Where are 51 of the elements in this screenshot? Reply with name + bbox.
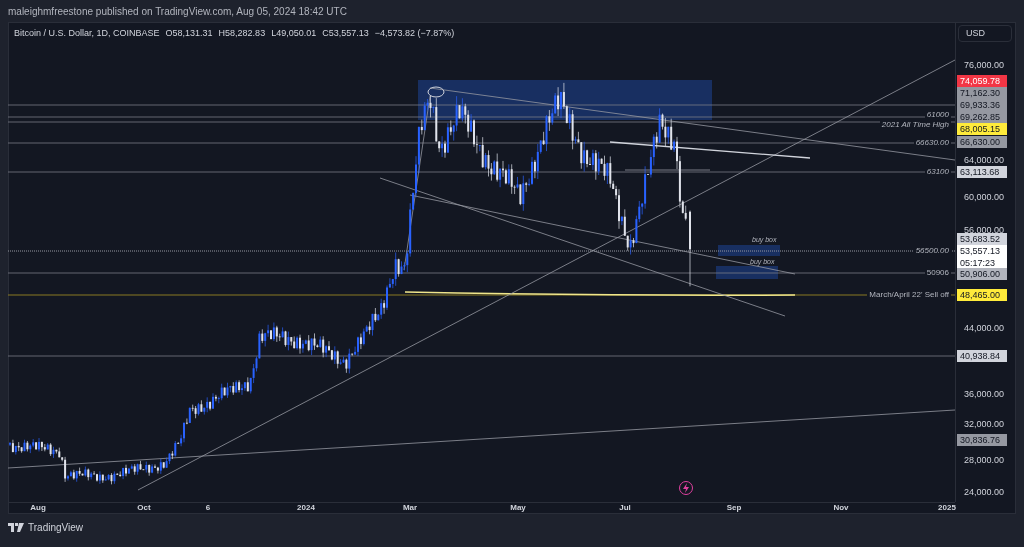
line-label: 63100 (924, 167, 951, 177)
price-value: 74,059.78 (960, 75, 1002, 87)
price-tick-label: 32,000.00 (964, 419, 1005, 429)
price-tick-label: 76,000.00 (964, 60, 1005, 70)
currency-button[interactable]: USD (958, 25, 1012, 42)
publisher-line: maleighmfreestone published on TradingView.com, Aug 05, 2024 18:42 UTC (8, 4, 347, 19)
price-value: 63,113.68 (960, 166, 1001, 178)
line-label: 2021 All Time High (879, 120, 951, 130)
time-tick-label: Aug (30, 503, 46, 512)
ohlc-value: H58,282.83 (218, 27, 266, 40)
price-value: 53,557.13 (960, 245, 1002, 257)
price-value: 40,938.84 (960, 350, 1002, 362)
price-tick-label: 28,000.00 (964, 455, 1005, 465)
time-tick-label: Jul (619, 503, 631, 512)
time-tick-label: 2025 (938, 503, 956, 512)
price-value: 48,465.00 (960, 289, 1002, 301)
price-tick-label: 44,000.00 (964, 323, 1005, 333)
ohlc-value: C53,557.13 (322, 27, 369, 40)
time-tick-label: Oct (137, 503, 151, 512)
price-value: 53,683.52 (960, 233, 1002, 245)
line-label: 56500.00 (913, 246, 951, 256)
time-tick-label: Nov (833, 503, 849, 512)
logo-icon (8, 523, 24, 532)
time-tick-label: May (510, 503, 526, 512)
price-tick-label: 36,000.00 (964, 389, 1005, 399)
symbol-title: Bitcoin / U.S. Dollar, 1D, COINBASE (14, 27, 160, 40)
price-value: 69,933.36 (960, 99, 1002, 111)
price-value: 68,005.15 (960, 123, 1002, 135)
price-value: 66,630.00 (960, 136, 1002, 148)
ohlc-value: L49,050.01 (271, 27, 317, 40)
ohlc-value: O58,131.31 (165, 27, 213, 40)
price-tick-label: 56,000.00 (964, 225, 1005, 235)
lightning-icon[interactable] (679, 481, 693, 495)
countdown-timer: 05:17:23 (960, 257, 997, 269)
line-label: March/April 22' Sell off (867, 290, 951, 300)
logo-text: TradingView (28, 521, 84, 535)
price-change: −4,573.82 (−7.87%) (374, 27, 455, 40)
time-tick-label: Mar (402, 503, 418, 512)
price-tick-label: 60,000.00 (964, 192, 1005, 202)
price-value: 71,162.30 (960, 87, 1002, 99)
line-label: 61000 (924, 110, 951, 120)
line-label: 66630.00 (913, 138, 951, 148)
price-value: 69,262.85 (960, 111, 1002, 123)
price-tick-label: 64,000.00 (964, 155, 1005, 165)
price-tick-label: 24,000.00 (964, 487, 1005, 497)
line-label: 50906 (924, 268, 951, 278)
time-tick-label: Sep (726, 503, 742, 512)
time-tick-label: 2024 (297, 503, 315, 512)
price-value: 30,836.76 (960, 434, 1002, 446)
time-tick-label: 6 (205, 503, 211, 512)
price-value: 50,906.00 (960, 268, 1002, 280)
